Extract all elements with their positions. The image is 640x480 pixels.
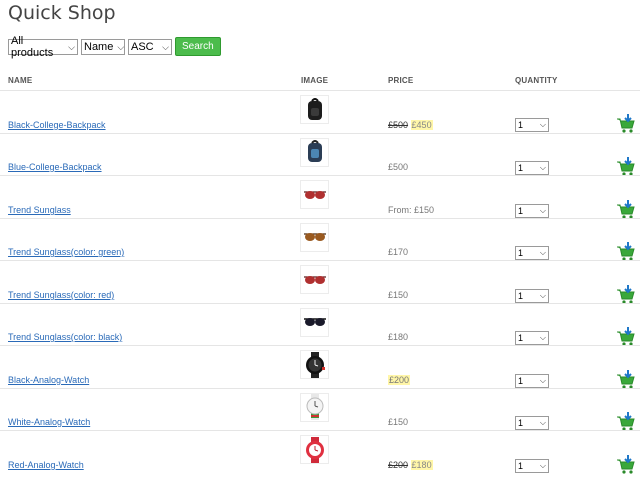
product-name-link[interactable]: Trend Sunglass	[8, 205, 71, 215]
quantity-select[interactable]: 1 ⌵	[515, 459, 549, 473]
sort-field-select[interactable]: Name ⌵	[81, 39, 125, 55]
price-value: £150	[388, 290, 409, 300]
price-value: From: £150	[388, 205, 435, 215]
table-row: Trend Sunglass From: £150 1 ⌵	[0, 175, 640, 219]
quantity-value: 1	[518, 120, 524, 130]
filter-bar: All products ⌵ Name ⌵ ASC ⌵ Search	[8, 35, 221, 59]
table-row: White-Analog-Watch £150 1 ⌵	[0, 387, 640, 432]
quantity-select[interactable]: 1 ⌵	[515, 374, 549, 388]
quick-shop-page: Quick Shop All products ⌵ Name ⌵ ASC ⌵ S…	[0, 0, 640, 475]
quantity-value: 1	[518, 291, 524, 301]
product-image[interactable]	[300, 307, 329, 337]
column-header-quantity: QUANTITY	[515, 76, 558, 85]
product-name-link[interactable]: Trend Sunglass(color: green)	[8, 247, 124, 257]
price-value: £170	[388, 247, 409, 257]
price-value: £150	[388, 417, 409, 427]
product-name-link[interactable]: White-Analog-Watch	[8, 417, 90, 427]
product-image[interactable]	[300, 95, 329, 124]
product-name-link[interactable]: Trend Sunglass(color: black)	[8, 332, 122, 342]
quantity-value: 1	[518, 333, 524, 343]
quantity-value: 1	[518, 206, 524, 216]
table-row: Black-College-Backpack £500 £450 1 ⌵	[0, 90, 640, 133]
quantity-value: 1	[518, 376, 524, 386]
product-name-link[interactable]: Red-Analog-Watch	[8, 460, 84, 470]
product-price: £200 £180	[388, 460, 433, 470]
product-image[interactable]	[300, 265, 329, 294]
category-select[interactable]: All products ⌵	[8, 35, 78, 59]
price-value: £200	[388, 375, 411, 385]
quantity-select[interactable]: 1 ⌵	[515, 289, 549, 303]
table-header: NAME IMAGE PRICE QUANTITY	[0, 76, 640, 90]
price-sale: £450	[410, 120, 433, 130]
product-price: £150	[388, 417, 408, 427]
page-title: Quick Shop	[8, 2, 116, 24]
chevron-down-icon: ⌵	[162, 41, 169, 52]
quantity-select[interactable]: 1 ⌵	[515, 246, 549, 260]
product-image[interactable]	[300, 137, 329, 167]
product-image[interactable]	[300, 350, 329, 379]
add-to-cart-icon[interactable]	[616, 327, 636, 347]
product-image[interactable]	[300, 180, 329, 209]
chevron-down-icon: ⌵	[539, 376, 546, 385]
table-row: Trend Sunglass(color: red) £150 1 ⌵	[0, 260, 640, 304]
product-price: £200	[388, 375, 411, 385]
product-price: £180	[388, 332, 408, 342]
chevron-down-icon: ⌵	[539, 291, 546, 300]
sort-field-value: Name	[84, 41, 114, 53]
table-row: Trend Sunglass(color: black) £180 1 ⌵	[0, 302, 640, 347]
add-to-cart-icon[interactable]	[616, 157, 636, 177]
column-header-price: PRICE	[388, 76, 414, 85]
chevron-down-icon: ⌵	[539, 333, 546, 342]
chevron-down-icon: ⌵	[539, 248, 546, 257]
table-row: Black-Analog-Watch £200 1 ⌵	[0, 345, 640, 389]
product-price: £170	[388, 247, 408, 257]
chevron-down-icon: ⌵	[539, 163, 546, 172]
add-to-cart-icon[interactable]	[616, 455, 636, 475]
product-price: £500 £450	[388, 120, 433, 130]
quantity-select[interactable]: 1 ⌵	[515, 204, 549, 218]
chevron-down-icon: ⌵	[539, 418, 546, 427]
table-row: Red-Analog-Watch £200 £180 1 ⌵	[0, 430, 640, 475]
product-name-link[interactable]: Blue-College-Backpack	[8, 162, 102, 172]
price-value: £180	[388, 332, 409, 342]
add-to-cart-icon[interactable]	[616, 412, 636, 432]
product-image[interactable]	[300, 392, 329, 422]
price-value: £500	[388, 162, 409, 172]
product-name-link[interactable]: Black-College-Backpack	[8, 120, 106, 130]
sort-order-value: ASC	[131, 41, 154, 53]
column-header-name: NAME	[8, 76, 33, 85]
price-sale: £180	[410, 460, 433, 470]
product-price: From: £150	[388, 205, 434, 215]
product-image[interactable]	[300, 435, 329, 464]
product-name-link[interactable]: Trend Sunglass(color: red)	[8, 290, 114, 300]
product-table: Black-College-Backpack £500 £450 1 ⌵ Blue-Co…	[0, 90, 640, 475]
category-select-value: All products	[11, 35, 54, 59]
table-row: Blue-College-Backpack £500 1 ⌵	[0, 132, 640, 177]
search-button[interactable]: Search	[175, 37, 221, 56]
quantity-select[interactable]: 1 ⌵	[515, 331, 549, 345]
quantity-select[interactable]: 1 ⌵	[515, 416, 549, 430]
chevron-down-icon: ⌵	[539, 206, 546, 215]
chevron-down-icon: ⌵	[68, 41, 75, 52]
add-to-cart-icon[interactable]	[616, 242, 636, 262]
quantity-value: 1	[518, 418, 524, 428]
add-to-cart-icon[interactable]	[616, 114, 636, 134]
price-old: £200	[388, 460, 409, 470]
quantity-value: 1	[518, 248, 524, 258]
product-image[interactable]	[300, 222, 329, 252]
product-name-link[interactable]: Black-Analog-Watch	[8, 375, 89, 385]
sort-order-select[interactable]: ASC ⌵	[128, 39, 172, 55]
quantity-select[interactable]: 1 ⌵	[515, 161, 549, 175]
column-header-image: IMAGE	[301, 76, 329, 85]
product-price: £150	[388, 290, 408, 300]
chevron-down-icon: ⌵	[539, 120, 546, 129]
product-price: £500	[388, 162, 408, 172]
quantity-value: 1	[518, 163, 524, 173]
quantity-select[interactable]: 1 ⌵	[515, 118, 549, 132]
table-row: Trend Sunglass(color: green) £170 1 ⌵	[0, 217, 640, 262]
chevron-down-icon: ⌵	[117, 41, 125, 52]
price-old: £500	[388, 120, 409, 130]
